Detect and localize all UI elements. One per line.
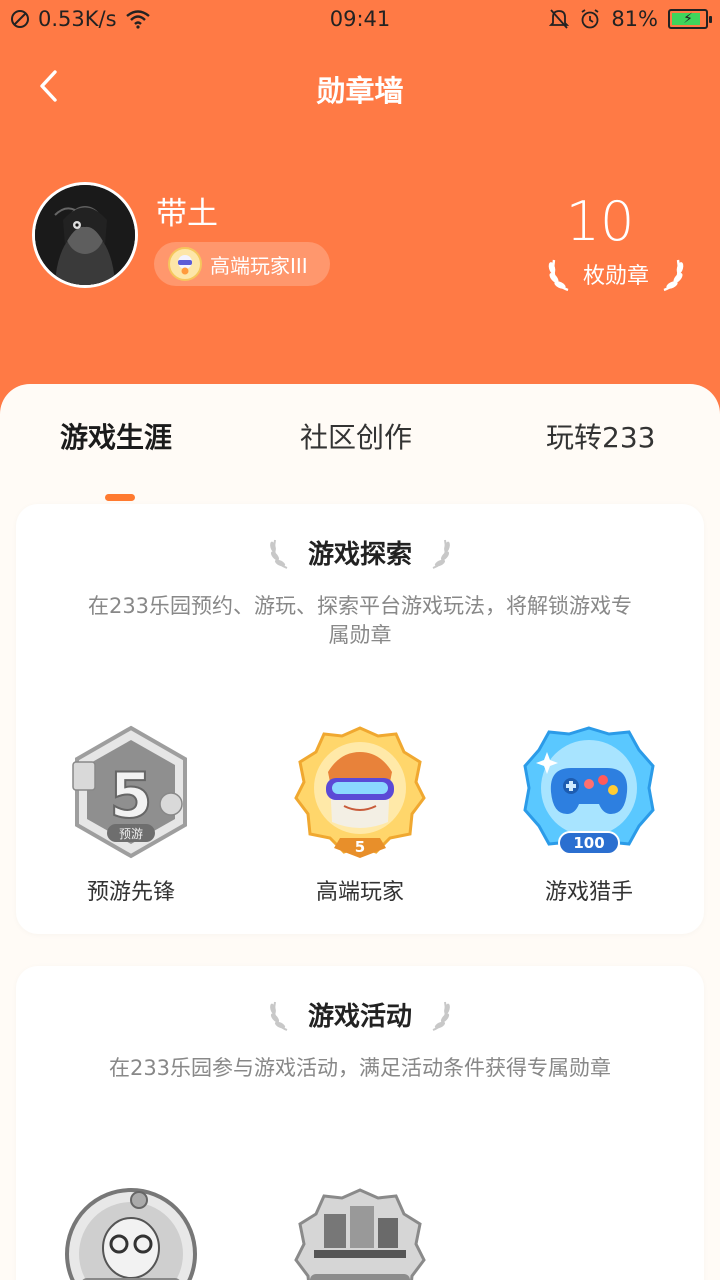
badge-list: 5 预游 预游先锋 5 高端玩家 100 游戏猎手: [16, 722, 704, 922]
badge-game-hunter-icon: 100: [523, 726, 655, 855]
badge-preorder-pioneer[interactable]: 5 预游 预游先锋: [51, 722, 211, 906]
badge-name: 游戏猎手: [544, 880, 633, 905]
badge-high-end-player[interactable]: 5 高端玩家: [280, 722, 440, 906]
badge-level-text: 100: [573, 834, 604, 852]
rank-badge[interactable]: 高端玩家III: [154, 242, 330, 286]
laurel-right-icon: [432, 539, 450, 569]
tab-active-indicator: [105, 494, 135, 501]
status-bar: 0.53K/s 09:41 81% ⚡: [0, 0, 720, 40]
laurel-right-icon: [663, 259, 684, 292]
nav-bar: 勋章墙: [0, 58, 720, 114]
laurel-left-icon: [270, 1001, 288, 1031]
laurel-right-icon: [432, 1001, 450, 1031]
section-title-row: 游戏探索: [16, 534, 704, 571]
battery-percent: 81%: [611, 7, 658, 31]
mute-icon: [549, 9, 570, 29]
medal-label-row: 枚勋章: [546, 256, 686, 292]
rank-icon: [168, 247, 202, 281]
badge-activity-1[interactable]: [51, 1184, 211, 1280]
badge-tag: 预游: [119, 827, 143, 841]
tab-community-creation[interactable]: 社区创作: [300, 416, 412, 456]
medal-count: 10: [565, 190, 635, 253]
section-title-row: 游戏活动: [16, 996, 704, 1033]
avatar-image: [35, 185, 135, 285]
status-right: 81% ⚡: [549, 7, 712, 31]
alarm-icon: [581, 9, 599, 29]
tab-bar: 游戏生涯 社区创作 玩转233: [0, 406, 720, 501]
page-title: 勋章墙: [316, 74, 404, 108]
section-title: 游戏探索: [307, 540, 412, 570]
badge-name: 预游先锋: [86, 880, 175, 905]
badge-activity-2[interactable]: [280, 1184, 440, 1280]
laurel-left-icon: [270, 539, 288, 569]
badge-level-text: 5: [109, 759, 152, 832]
section-card-game-activity: 游戏活动 在233乐园参与游戏活动，满足活动条件获得专属勋章: [16, 966, 704, 1280]
battery-icon: ⚡: [668, 9, 712, 29]
username: 带土: [156, 196, 218, 232]
badge-preorder-pioneer-icon: 5 预游: [72, 725, 187, 859]
badge-name: 高端玩家: [315, 880, 404, 905]
badge-high-end-player-icon: 5: [294, 726, 426, 858]
tab-game-career[interactable]: 游戏生涯: [60, 416, 172, 456]
section-card-game-explore: 游戏探索 在233乐园预约、游玩、探索平台游戏玩法，将解锁游戏专属勋章 5 预游…: [16, 504, 704, 934]
badge-game-hunter[interactable]: 100 游戏猎手: [509, 722, 669, 906]
medal-label: 枚勋章: [582, 264, 649, 289]
badge-level-text: 5: [355, 838, 365, 856]
medal-panel: 游戏生涯 社区创作 玩转233 游戏探索 在233乐园预约、游玩、探索平台游戏玩…: [0, 384, 720, 1280]
section-description: 在233乐园参与游戏活动，满足活动条件获得专属勋章: [108, 1056, 612, 1080]
avatar[interactable]: [32, 182, 138, 288]
section-description: 在233乐园预约、游玩、探索平台游戏玩法，将解锁游戏专属勋章: [87, 594, 633, 647]
tab-play-233[interactable]: 玩转233: [546, 416, 655, 456]
rank-label: 高端玩家III: [210, 253, 308, 278]
section-title: 游戏活动: [307, 1002, 412, 1032]
laurel-left-icon: [548, 259, 569, 292]
badge-activity-2-icon: [294, 1188, 426, 1280]
badge-activity-1-icon: [65, 1188, 197, 1280]
